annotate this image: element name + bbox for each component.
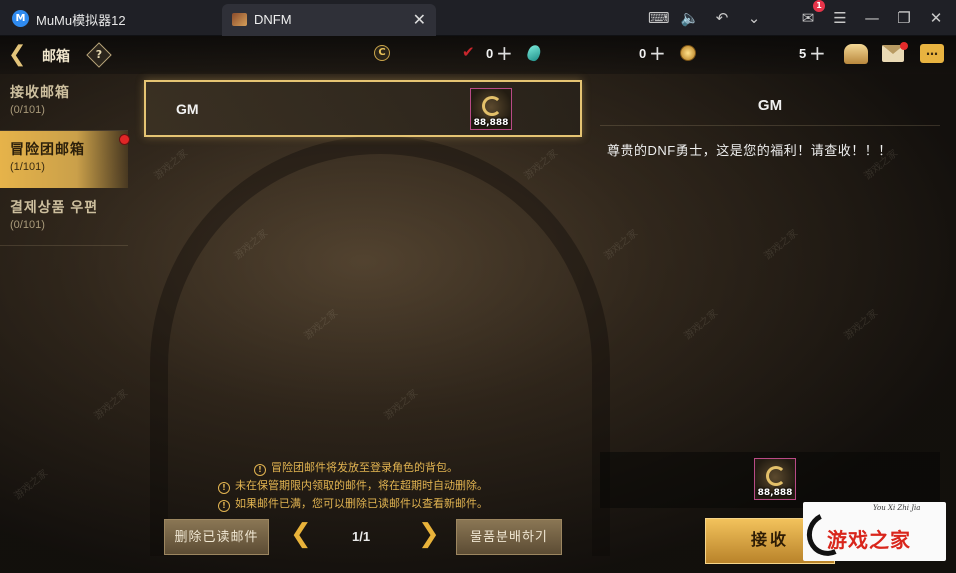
mail-detail-body: 尊贵的DNF勇士，这是您的福利！请查收！！！	[607, 143, 892, 158]
volume-icon[interactable]: 🔈	[680, 8, 700, 28]
watermark-tile: 游戏之家	[92, 387, 131, 423]
warning-icon: !	[218, 500, 230, 512]
tab-adventure-mailbox[interactable]: 冒险团邮箱 (1/101)	[0, 131, 128, 188]
tab-label: DNFM	[254, 12, 292, 27]
page-indicator: 1/1	[352, 529, 371, 544]
back-icon[interactable]: ↶	[712, 8, 732, 28]
add-gem-button[interactable]: +	[649, 41, 666, 65]
add-currency-button[interactable]: +	[496, 41, 513, 65]
c-coin-icon: C	[374, 45, 390, 61]
watermark-title: 游戏之家	[827, 530, 911, 552]
warning-icon: !	[218, 482, 230, 494]
mumu-logo-icon: M	[12, 10, 29, 27]
menu-icon[interactable]: ☰	[830, 8, 850, 28]
gem-icon	[525, 43, 543, 63]
close-icon[interactable]: ✕	[926, 8, 946, 28]
watermark-tile: 游戏之家	[522, 147, 561, 183]
tab-receive-mailbox[interactable]: 接收邮箱 (0/101)	[0, 74, 128, 131]
page-title: 邮箱	[42, 48, 70, 64]
notice-line: ! 冒险团邮件将发放至登录角色的背包。	[254, 459, 458, 476]
game-tab-icon	[232, 13, 247, 26]
watermark-tile: 游戏之家	[682, 307, 721, 343]
chat-icon[interactable]: …	[920, 44, 944, 63]
divider	[0, 245, 128, 246]
currency-value: 0	[486, 46, 494, 61]
unread-badge	[119, 134, 130, 145]
help-icon[interactable]: ?	[86, 42, 112, 68]
top-hud-bar: ❮ 邮箱 ? C ✔ 0 + 0 + 5 + …	[0, 36, 956, 74]
back-arrow-icon[interactable]: ❮	[8, 42, 26, 67]
app-title: MuMu模拟器12	[36, 13, 126, 28]
gold-coin-icon	[680, 45, 696, 61]
distribute-items-button[interactable]: 물품분배하기	[456, 519, 562, 555]
mail-sender: GM	[176, 101, 199, 117]
tab-label: 결제상품 우편	[10, 199, 99, 215]
tab-label: 接收邮箱	[10, 84, 70, 100]
tab-payment-mailbox[interactable]: 결제상품 우편 (0/101)	[0, 189, 128, 246]
watermark-subtitle: You Xi Zhi Jia	[873, 504, 921, 512]
prev-page-icon[interactable]: ❮	[290, 519, 312, 549]
tab-count: (0/101)	[10, 104, 45, 116]
keyboard-icon[interactable]: ⌨	[648, 8, 670, 28]
item-quantity: 88,888	[757, 488, 793, 498]
watermark-tile: 游戏之家	[762, 227, 801, 263]
watermark-tile: 游戏之家	[152, 147, 191, 183]
next-page-icon[interactable]: ❯	[418, 519, 440, 549]
reward-item-slot[interactable]: 88,888	[470, 88, 512, 130]
tab-count: (0/101)	[10, 219, 45, 231]
mail-detail-sender: GM	[757, 97, 783, 114]
chevron-down-icon[interactable]: ⌄	[744, 8, 764, 28]
shop-icon[interactable]	[844, 44, 868, 64]
notice-line: ! 未在保管期限内领取的邮件，将在超期时自动删除。	[218, 477, 488, 494]
watermark-tile: 游戏之家	[602, 227, 641, 263]
minimize-icon[interactable]: —	[862, 8, 882, 28]
medal-icon	[482, 96, 502, 116]
currency-value: 5	[799, 46, 807, 61]
reward-bar: 88,888	[600, 452, 940, 508]
tab-count: (1/101)	[10, 161, 45, 173]
watermark-tile: 游戏之家	[12, 467, 51, 503]
game-viewport: 游戏之家 游戏之家 游戏之家 游戏之家 游戏之家 游戏之家 游戏之家 游戏之家 …	[0, 36, 956, 573]
window-titlebar: M MuMu模拟器12 DNFM ✕ ⌨ 🔈 ↶ ⌄ ✉ 1 ☰ — ❐ ✕	[0, 0, 956, 36]
tab-label: 冒险团邮箱	[10, 141, 85, 157]
tab-dnfm[interactable]: DNFM ✕	[222, 4, 436, 36]
currency-value: 0	[639, 46, 647, 61]
delete-read-button[interactable]: 删除已读邮件	[164, 519, 269, 555]
tab-close-icon[interactable]: ✕	[413, 10, 426, 29]
site-watermark-logo: You Xi Zhi Jia 游戏之家	[800, 502, 946, 562]
reward-item-slot[interactable]: 88,888	[754, 458, 796, 500]
mail-detail-header: GM	[600, 88, 940, 126]
item-quantity: 88,888	[473, 118, 509, 128]
mail-list-item[interactable]: GM 88,888	[144, 80, 582, 137]
mail-unread-dot	[900, 42, 908, 50]
watermark-tile: 游戏之家	[842, 307, 881, 343]
restore-icon[interactable]: ❐	[894, 8, 914, 28]
add-gold-button[interactable]: +	[809, 41, 826, 65]
v-mark-icon: ✔	[462, 43, 475, 61]
medal-icon	[766, 466, 786, 486]
notification-badge: 1	[813, 0, 825, 12]
notice-line: ! 如果邮件已满，您可以删除已读邮件以查看新邮件。	[218, 495, 488, 512]
warning-icon: !	[254, 464, 266, 476]
